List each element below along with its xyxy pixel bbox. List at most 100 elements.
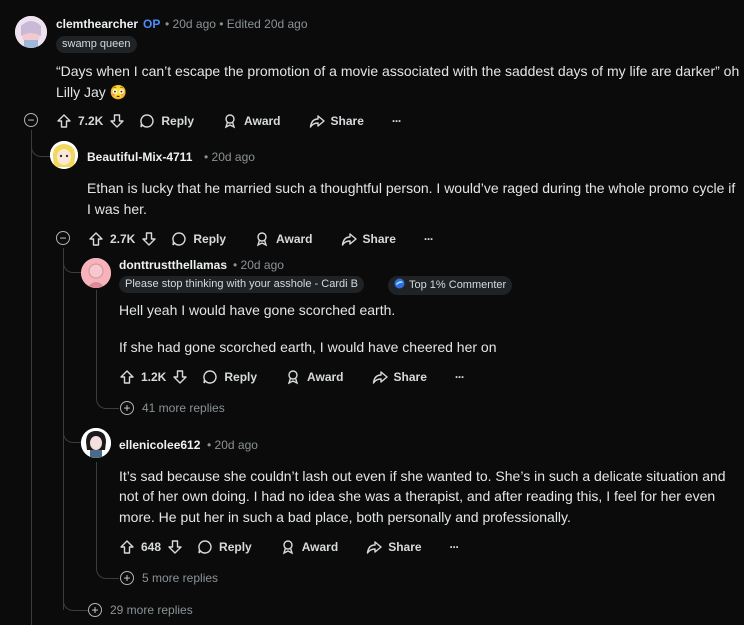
author-name[interactable]: ellenicolee612	[119, 438, 200, 452]
comment-bubble-icon	[197, 539, 213, 555]
more-replies-button[interactable]: + 29 more replies	[88, 603, 193, 617]
comment-text-line: I was her.	[87, 201, 147, 217]
award-label: Award	[307, 370, 344, 384]
award-label: Award	[301, 540, 339, 554]
top-commenter-icon	[394, 278, 405, 293]
expand-icon: +	[120, 401, 134, 415]
share-label: Share	[388, 540, 422, 554]
downvote-icon[interactable]	[167, 539, 183, 555]
award-button[interactable]: Award	[222, 113, 281, 129]
thread-elbow-c2-more	[96, 392, 119, 409]
share-label: Share	[362, 232, 396, 246]
comment-actions: 7.2K Reply Award Share ···	[56, 109, 402, 133]
collapse-button[interactable]: −	[24, 113, 38, 127]
more-options-icon: ···	[449, 540, 460, 554]
vote-count: 1.2K	[141, 370, 167, 384]
thread-line-c3	[96, 462, 97, 568]
comment-meta: • 20d ago	[233, 258, 284, 272]
award-button[interactable]: Award	[285, 369, 344, 385]
award-icon	[285, 369, 301, 385]
thread-elbow-c3	[63, 428, 82, 443]
reply-label: Reply	[224, 370, 258, 384]
comment-text-line: not of her own doing. I had no idea she …	[119, 488, 716, 504]
top-commenter-badge: Top 1% Commenter	[388, 276, 513, 295]
vote-group: 7.2K	[56, 113, 125, 129]
reply-button[interactable]: Reply	[202, 369, 257, 385]
award-icon	[222, 113, 238, 129]
comment-meta: • 20d ago	[204, 150, 255, 164]
avatar[interactable]	[15, 16, 47, 48]
more-options-icon: ···	[423, 232, 434, 246]
reply-label: Reply	[219, 540, 252, 554]
expand-icon: +	[88, 603, 102, 617]
avatar[interactable]	[50, 141, 78, 169]
upvote-icon[interactable]	[56, 113, 72, 129]
op-badge: OP	[143, 17, 161, 31]
downvote-icon[interactable]	[109, 113, 125, 129]
comment-actions: 2.7K Reply Award Share ···	[88, 227, 434, 251]
author-name[interactable]: clemthearcher	[56, 17, 138, 31]
author-name[interactable]: Beautiful-Mix-4711	[87, 150, 192, 164]
downvote-icon[interactable]	[172, 369, 188, 385]
overflow-menu-button[interactable]: ···	[391, 114, 402, 128]
thread-elbow-c3-more	[96, 562, 119, 579]
share-button[interactable]: Share	[366, 539, 422, 555]
reply-button[interactable]: Reply	[197, 539, 252, 555]
share-button[interactable]: Share	[372, 369, 427, 385]
comment-actions: 1.2K Reply Award Share ···	[119, 365, 465, 389]
vote-count: 7.2K	[78, 114, 104, 128]
vote-group: 2.7K	[88, 231, 157, 247]
comment-text-line: If she had gone scorched earth, I would …	[119, 339, 497, 355]
award-label: Award	[276, 232, 313, 246]
avatar[interactable]	[81, 428, 111, 458]
comment-text-line: Hell yeah I would have gone scorched ear…	[119, 302, 396, 318]
more-replies-button[interactable]: + 5 more replies	[120, 571, 218, 585]
comment-bubble-icon	[202, 369, 218, 385]
more-replies-label: 5 more replies	[142, 571, 219, 585]
user-flair: Please stop thinking with your asshole -…	[119, 276, 364, 293]
collapse-button[interactable]: −	[56, 231, 70, 245]
reply-label: Reply	[193, 232, 227, 246]
share-button[interactable]: Share	[309, 113, 364, 129]
downvote-icon[interactable]	[141, 231, 157, 247]
award-button[interactable]: Award	[254, 231, 313, 247]
overflow-menu-button[interactable]: ···	[423, 232, 434, 246]
reply-button[interactable]: Reply	[171, 231, 226, 247]
more-options-icon: ···	[391, 114, 402, 128]
vote-group: 648	[119, 539, 183, 555]
upvote-icon[interactable]	[88, 231, 104, 247]
share-label: Share	[393, 370, 427, 384]
collapse-icon: −	[24, 113, 38, 127]
comment-bubble-icon	[139, 113, 155, 129]
comment-bubble-icon	[171, 231, 187, 247]
award-icon	[280, 539, 296, 555]
thread-elbow-c2	[63, 258, 82, 273]
award-button[interactable]: Award	[280, 539, 338, 555]
comment-meta: • 20d ago	[207, 438, 258, 452]
thread-elbow-c1-more	[63, 595, 88, 611]
comment-meta: • 20d ago • Edited 20d ago	[165, 17, 308, 31]
vote-count: 648	[141, 540, 162, 554]
comment-text-line: Lilly Jay 😳	[56, 84, 128, 100]
upvote-icon[interactable]	[119, 369, 135, 385]
overflow-menu-button[interactable]: ···	[449, 540, 460, 554]
overflow-menu-button[interactable]: ···	[454, 370, 465, 384]
comment-text-line: more. He put her in such a bad place, bo…	[119, 509, 571, 525]
vote-count: 2.7K	[110, 232, 136, 246]
comment-text-line: It’s sad because she couldn’t lash out e…	[119, 468, 726, 484]
reply-label: Reply	[161, 114, 195, 128]
more-replies-button[interactable]: + 41 more replies	[120, 401, 225, 415]
more-options-icon: ···	[454, 370, 465, 384]
author-name[interactable]: donttrustthellamas	[119, 258, 227, 272]
collapse-icon: −	[56, 231, 70, 245]
user-flair: swamp queen	[56, 36, 137, 53]
award-icon	[254, 231, 270, 247]
share-icon	[341, 231, 357, 247]
upvote-icon[interactable]	[119, 539, 135, 555]
share-button[interactable]: Share	[341, 231, 396, 247]
reply-button[interactable]: Reply	[139, 113, 194, 129]
avatar[interactable]	[81, 258, 111, 288]
share-icon	[372, 369, 388, 385]
expand-icon: +	[120, 571, 134, 585]
vote-group: 1.2K	[119, 369, 188, 385]
